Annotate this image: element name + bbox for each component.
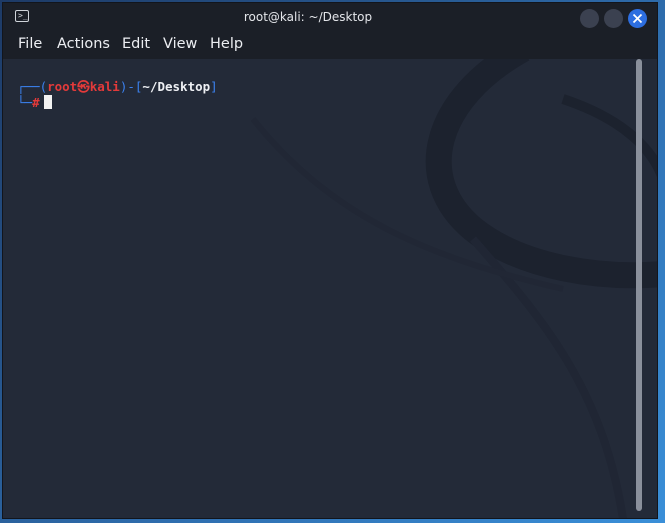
menu-help[interactable]: Help [210,36,243,52]
terminal-window: >_ root@kali: ~/Desktop File Actions Edi… [2,2,658,519]
minimize-button[interactable] [580,9,599,28]
prompt-at-symbol: ㉿ [77,79,90,94]
title-bar[interactable]: >_ root@kali: ~/Desktop [3,3,657,33]
terminal-output[interactable]: ┌──(root㉿kali)-[~/Desktop] └─# [3,59,657,518]
scrollbar-thumb[interactable] [636,59,642,511]
prompt-close-bracket: ] [210,79,218,94]
prompt-corner-bottom: └─ [17,95,33,110]
prompt-bridge: )-[ [119,79,143,94]
menu-file[interactable]: File [18,36,42,52]
menu-actions[interactable]: Actions [57,36,110,52]
prompt-user: root [47,79,78,94]
window-title: root@kali: ~/Desktop [243,10,373,24]
prompt-host: kali [89,79,120,94]
menu-edit[interactable]: Edit [122,36,150,52]
scrollbar[interactable] [636,59,642,511]
maximize-button[interactable] [604,9,623,28]
close-icon [632,13,643,24]
kali-dragon-watermark [250,59,657,518]
text-cursor [43,95,52,109]
prompt-line-2: └─# [17,95,52,111]
menu-view[interactable]: View [163,36,197,52]
prompt-symbol: # [32,95,40,110]
prompt-corner-top: ┌──( [17,79,48,94]
menu-bar: File Actions Edit View Help [3,33,657,59]
prompt-line-1: ┌──(root㉿kali)-[~/Desktop] [17,79,218,95]
close-button[interactable] [628,9,647,28]
prompt-path: ~/Desktop [142,79,211,94]
